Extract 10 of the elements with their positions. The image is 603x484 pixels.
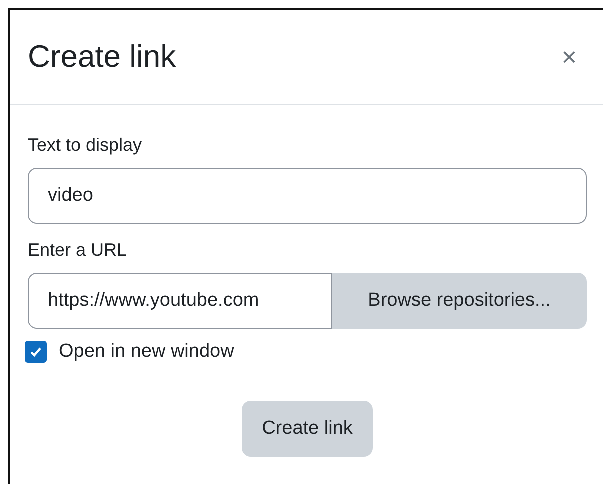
- create-link-button[interactable]: Create link: [242, 401, 373, 457]
- url-field[interactable]: https://www.youtube.com: [28, 273, 332, 329]
- checkbox-label: Open in new window: [59, 341, 234, 363]
- field-label: Text to display: [28, 135, 144, 156]
- checkbox[interactable]: [25, 341, 47, 363]
- field-label: Enter a URL: [28, 240, 128, 261]
- browse-button[interactable]: Browse repositories...: [332, 273, 587, 329]
- text-field[interactable]: video: [28, 168, 587, 224]
- dialog-title: Create link: [28, 39, 176, 75]
- close-button[interactable]: ×: [562, 42, 577, 72]
